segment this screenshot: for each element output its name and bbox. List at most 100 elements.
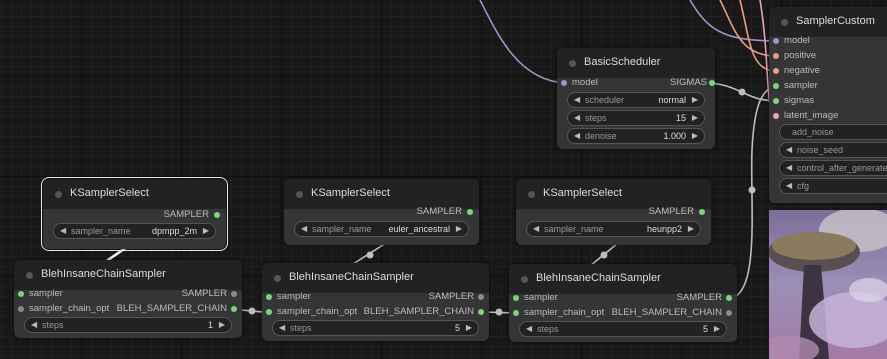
output-bleh-sampler-chain[interactable]: BLEH_SAMPLER_CHAIN [117, 302, 237, 316]
decrement-arrow-icon[interactable]: ◀ [786, 143, 792, 157]
slot-dot-icon[interactable] [18, 291, 24, 297]
increment-arrow-icon[interactable]: ▶ [456, 222, 462, 236]
decrement-arrow-icon[interactable]: ◀ [31, 318, 37, 332]
slot-dot-icon[interactable] [513, 295, 519, 301]
collapse-dot-icon[interactable] [781, 19, 788, 26]
input-negative[interactable]: negative [773, 64, 820, 78]
output-sampler[interactable]: SAMPLER [417, 205, 473, 219]
output-sampler[interactable]: SAMPLER [649, 205, 705, 219]
widget-steps[interactable]: ◀ steps 1 ▶ [24, 317, 232, 333]
widget-sampler-name[interactable]: ◀ sampler_name dpmpp_2m ▶ [53, 223, 216, 239]
slot-dot-icon[interactable] [467, 209, 473, 215]
decrement-arrow-icon[interactable]: ◀ [533, 222, 539, 236]
increment-arrow-icon[interactable]: ▶ [219, 318, 225, 332]
input-latent-image[interactable]: latent_image [773, 109, 838, 123]
slot-dot-icon[interactable] [513, 310, 519, 316]
widget-sampler-name[interactable]: ◀ sampler_name euler_ancestral ▶ [294, 221, 469, 237]
output-sampler[interactable]: SAMPLER [677, 291, 732, 305]
node-title[interactable]: BlehInsaneChainSampler [509, 264, 737, 294]
increment-arrow-icon[interactable]: ▶ [692, 111, 698, 125]
increment-arrow-icon[interactable]: ▶ [203, 224, 209, 238]
slot-dot-icon[interactable] [478, 294, 484, 300]
node-title[interactable]: SamplerCustom [769, 7, 887, 37]
widget-noise-seed[interactable]: ◀ noise_seed [779, 142, 887, 158]
node-ksampler-select-3[interactable]: KSamplerSelect SAMPLER ◀ sampler_name heun… [516, 179, 711, 245]
slot-dot-icon[interactable] [18, 306, 24, 312]
node-title[interactable]: BlehInsaneChainSampler [14, 260, 242, 290]
collapse-dot-icon[interactable] [569, 60, 576, 67]
widget-add-noise[interactable]: add_noise [779, 124, 887, 140]
node-bleh-chain-3[interactable]: BlehInsaneChainSampler sampler sampler_c… [509, 264, 737, 342]
increment-arrow-icon[interactable]: ▶ [466, 321, 472, 335]
output-sampler[interactable]: SAMPLER [429, 290, 484, 304]
input-model[interactable]: model [561, 76, 598, 90]
slot-dot-icon[interactable] [726, 310, 732, 316]
decrement-arrow-icon[interactable]: ◀ [574, 93, 580, 107]
slot-dot-icon[interactable] [773, 113, 779, 119]
slot-dot-icon[interactable] [478, 309, 484, 315]
slot-dot-icon[interactable] [726, 295, 732, 301]
widget-steps[interactable]: ◀ steps 15 ▶ [567, 110, 705, 126]
widget-steps[interactable]: ◀ steps 5 ▶ [272, 320, 479, 336]
input-positive[interactable]: positive [773, 49, 816, 63]
slot-dot-icon[interactable] [773, 53, 779, 59]
node-sampler-custom[interactable]: SamplerCustom model positive negative sa… [769, 7, 887, 203]
slot-dot-icon[interactable] [699, 209, 705, 215]
slot-dot-icon[interactable] [231, 306, 237, 312]
widget-scheduler[interactable]: ◀ scheduler normal ▶ [567, 92, 705, 108]
output-bleh-sampler-chain[interactable]: BLEH_SAMPLER_CHAIN [612, 306, 732, 320]
input-sampler[interactable]: sampler [266, 290, 311, 304]
output-sampler[interactable]: SAMPLER [164, 208, 220, 222]
slot-dot-icon[interactable] [773, 98, 779, 104]
widget-steps[interactable]: ◀ steps 5 ▶ [519, 321, 727, 337]
node-bleh-chain-1[interactable]: BlehInsaneChainSampler sampler sampler_c… [14, 260, 242, 338]
input-sampler[interactable]: sampler [513, 291, 558, 305]
collapse-dot-icon[interactable] [521, 276, 528, 283]
slot-dot-icon[interactable] [266, 294, 272, 300]
decrement-arrow-icon[interactable]: ◀ [786, 179, 792, 193]
widget-control-after-generate[interactable]: ◀ control_after_generate [779, 160, 887, 176]
widget-sampler-name[interactable]: ◀ sampler_name heunpp2 ▶ [526, 221, 701, 237]
node-ksampler-select-2[interactable]: KSamplerSelect SAMPLER ◀ sampler_name eule… [284, 179, 479, 245]
output-bleh-sampler-chain[interactable]: BLEH_SAMPLER_CHAIN [364, 305, 484, 319]
slot-dot-icon[interactable] [773, 68, 779, 74]
collapse-dot-icon[interactable] [55, 191, 62, 198]
decrement-arrow-icon[interactable]: ◀ [526, 322, 532, 336]
collapse-dot-icon[interactable] [528, 191, 535, 198]
decrement-arrow-icon[interactable]: ◀ [574, 111, 580, 125]
widget-cfg[interactable]: ◀ cfg [779, 178, 887, 194]
node-title[interactable]: BlehInsaneChainSampler [262, 263, 489, 293]
collapse-dot-icon[interactable] [296, 191, 303, 198]
node-title[interactable]: BasicScheduler [557, 48, 715, 78]
slot-dot-icon[interactable] [214, 212, 220, 218]
slot-dot-icon[interactable] [231, 291, 237, 297]
decrement-arrow-icon[interactable]: ◀ [279, 321, 285, 335]
input-sampler-chain-opt[interactable]: sampler_chain_opt [513, 306, 604, 320]
collapse-dot-icon[interactable] [26, 272, 33, 279]
decrement-arrow-icon[interactable]: ◀ [786, 161, 792, 175]
output-sampler[interactable]: SAMPLER [182, 287, 237, 301]
increment-arrow-icon[interactable]: ▶ [692, 93, 698, 107]
increment-arrow-icon[interactable]: ▶ [714, 322, 720, 336]
decrement-arrow-icon[interactable]: ◀ [60, 224, 66, 238]
input-sampler[interactable]: sampler [18, 287, 63, 301]
node-ksampler-select-1[interactable]: KSamplerSelect SAMPLER ◀ sampler_name dpmp… [41, 177, 228, 251]
decrement-arrow-icon[interactable]: ◀ [574, 129, 580, 143]
node-bleh-chain-2[interactable]: BlehInsaneChainSampler sampler sampler_c… [262, 263, 489, 341]
slot-dot-icon[interactable] [773, 83, 779, 89]
input-model[interactable]: model [773, 34, 810, 48]
slot-dot-icon[interactable] [709, 80, 715, 86]
slot-dot-icon[interactable] [266, 309, 272, 315]
slot-dot-icon[interactable] [773, 38, 779, 44]
increment-arrow-icon[interactable]: ▶ [688, 222, 694, 236]
input-sampler[interactable]: sampler [773, 79, 818, 93]
collapse-dot-icon[interactable] [274, 275, 281, 282]
input-sampler-chain-opt[interactable]: sampler_chain_opt [266, 305, 357, 319]
decrement-arrow-icon[interactable]: ◀ [301, 222, 307, 236]
output-sigmas[interactable]: SIGMAS [670, 76, 715, 90]
slot-dot-icon[interactable] [561, 80, 567, 86]
increment-arrow-icon[interactable]: ▶ [692, 129, 698, 143]
input-sigmas[interactable]: sigmas [773, 94, 814, 108]
node-title[interactable]: KSamplerSelect [43, 179, 226, 209]
widget-denoise[interactable]: ◀ denoise 1.000 ▶ [567, 128, 705, 144]
